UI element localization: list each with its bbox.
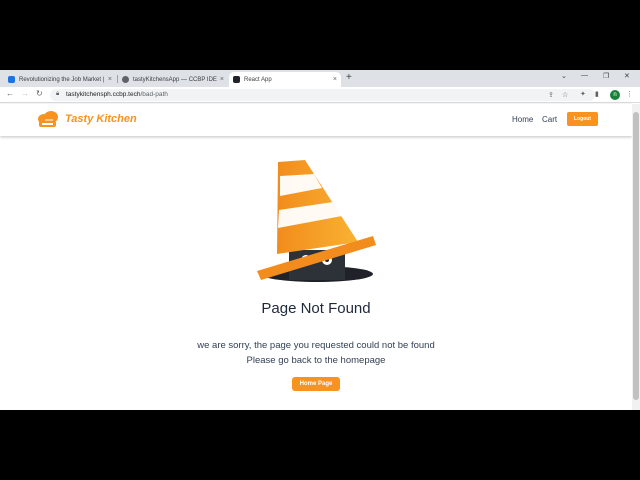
address-bar[interactable]: 🔒︎ tastykitchensph.ccbp.tech/bad-path ⇪ … — [50, 89, 595, 101]
profile-avatar[interactable]: n — [610, 90, 620, 100]
close-tab-icon[interactable]: × — [108, 76, 112, 83]
new-tab-button[interactable]: + — [346, 72, 352, 83]
page-scrollbar[interactable] — [632, 104, 640, 410]
scrollbar-thumb[interactable] — [633, 112, 639, 400]
close-tab-icon[interactable]: × — [220, 76, 224, 83]
browser-window: Revolutionizing the Job Market | × tasty… — [0, 70, 640, 410]
close-tab-icon[interactable]: × — [333, 76, 337, 83]
tab-search-icon[interactable]: ⌄ — [561, 72, 567, 80]
nav-cart-link[interactable]: Cart — [542, 115, 557, 124]
menu-icon[interactable]: ⋮ — [626, 90, 633, 98]
side-panel-icon[interactable]: ▮ — [595, 90, 599, 98]
brand-name[interactable]: Tasty Kitchen — [65, 113, 137, 125]
nav-home-link[interactable]: Home — [512, 115, 533, 124]
page-not-found-title: Page Not Found — [261, 300, 371, 317]
tab-strip: Revolutionizing the Job Market | × tasty… — [0, 70, 640, 87]
tab-label: tastyKitchensApp — CCBP IDE — [133, 76, 217, 83]
close-window-icon[interactable]: ✕ — [624, 72, 630, 80]
tab-react-app[interactable]: React App × — [229, 72, 341, 87]
lock-icon[interactable]: 🔒︎ — [56, 91, 59, 98]
home-page-button[interactable]: Home Page — [292, 377, 340, 391]
tab-job-market[interactable]: Revolutionizing the Job Market | × — [4, 72, 116, 87]
page-viewport: Tasty Kitchen Home Cart Logout Page Not … — [0, 104, 632, 410]
tab-label: Revolutionizing the Job Market | — [19, 76, 105, 83]
chef-hat-logo-icon[interactable] — [36, 110, 60, 130]
favicon-icon — [8, 76, 15, 83]
not-found-description: we are sorry, the page you requested cou… — [197, 340, 435, 351]
tab-ide[interactable]: tastyKitchensApp — CCBP IDE × — [118, 72, 228, 87]
url-text[interactable]: tastykitchensph.ccbp.tech/bad-path — [66, 91, 168, 98]
traffic-cone-hole-icon — [257, 160, 376, 282]
browser-toolbar: ← → ↻ 🔒︎ tastykitchensph.ccbp.tech/bad-p… — [0, 87, 640, 103]
forward-icon[interactable]: → — [21, 89, 29, 98]
react-favicon-icon — [233, 76, 240, 83]
app-header: Tasty Kitchen Home Cart Logout — [0, 104, 632, 136]
reload-icon[interactable]: ↻ — [36, 89, 43, 98]
tab-label: React App — [244, 76, 272, 83]
share-icon[interactable]: ⇪ — [548, 91, 554, 99]
globe-icon — [122, 76, 129, 83]
bookmark-star-icon[interactable]: ☆ — [562, 91, 568, 99]
minimize-icon[interactable]: — — [581, 72, 588, 79]
not-found-hint: Please go back to the homepage — [246, 355, 386, 366]
extensions-icon[interactable]: ✦ — [580, 90, 586, 98]
logout-button[interactable]: Logout — [567, 112, 598, 126]
back-icon[interactable]: ← — [6, 89, 14, 98]
restore-icon[interactable]: ❐ — [603, 72, 609, 80]
